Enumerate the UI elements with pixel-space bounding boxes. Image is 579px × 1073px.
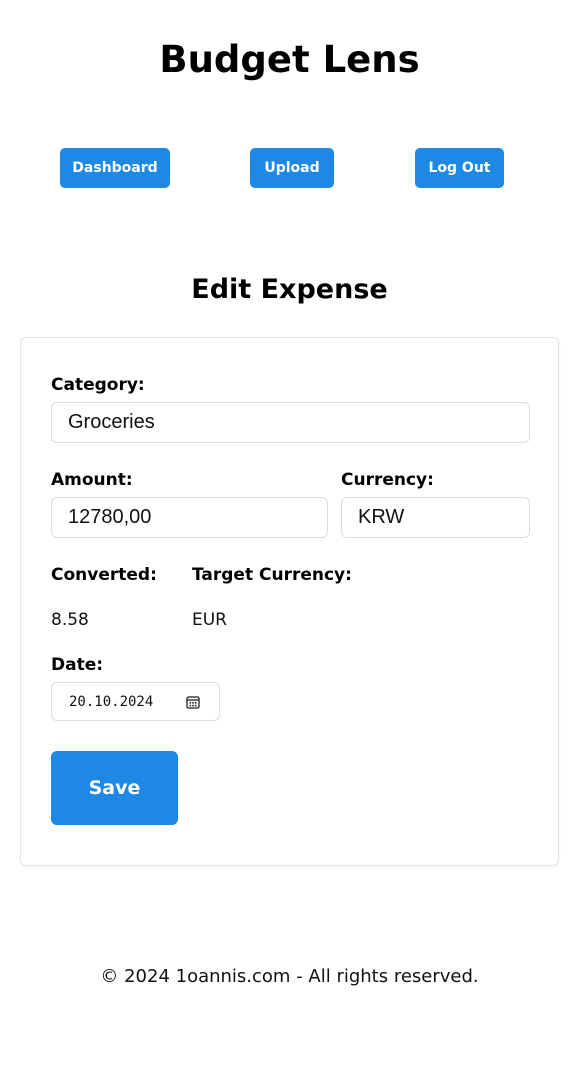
converted-label: Converted: bbox=[51, 565, 157, 585]
edit-expense-form: Category: Groceries Amount: 12780,00 Cur… bbox=[20, 337, 559, 866]
save-button[interactable]: Save bbox=[51, 751, 178, 825]
category-field[interactable]: Groceries bbox=[51, 402, 530, 443]
target-currency-label: Target Currency: bbox=[192, 565, 352, 585]
amount-label: Amount: bbox=[51, 470, 133, 490]
calendar-icon[interactable] bbox=[186, 695, 200, 709]
page-title: Edit Expense bbox=[191, 274, 388, 305]
dashboard-button[interactable]: Dashboard bbox=[60, 148, 170, 188]
date-value: 20.10.2024 bbox=[69, 693, 154, 710]
footer-copyright: © 2024 1oannis.com - All rights reserved… bbox=[100, 966, 479, 987]
date-field[interactable]: 20.10.2024 bbox=[51, 682, 220, 721]
logout-button[interactable]: Log Out bbox=[415, 148, 504, 188]
currency-label: Currency: bbox=[341, 470, 434, 490]
upload-button[interactable]: Upload bbox=[250, 148, 334, 188]
date-label: Date: bbox=[51, 655, 104, 675]
amount-field[interactable]: 12780,00 bbox=[51, 497, 328, 538]
target-currency-value: EUR bbox=[192, 610, 227, 630]
currency-field[interactable]: KRW bbox=[341, 497, 530, 538]
converted-value: 8.58 bbox=[51, 610, 89, 630]
app-title: Budget Lens bbox=[159, 38, 420, 81]
category-label: Category: bbox=[51, 375, 145, 395]
